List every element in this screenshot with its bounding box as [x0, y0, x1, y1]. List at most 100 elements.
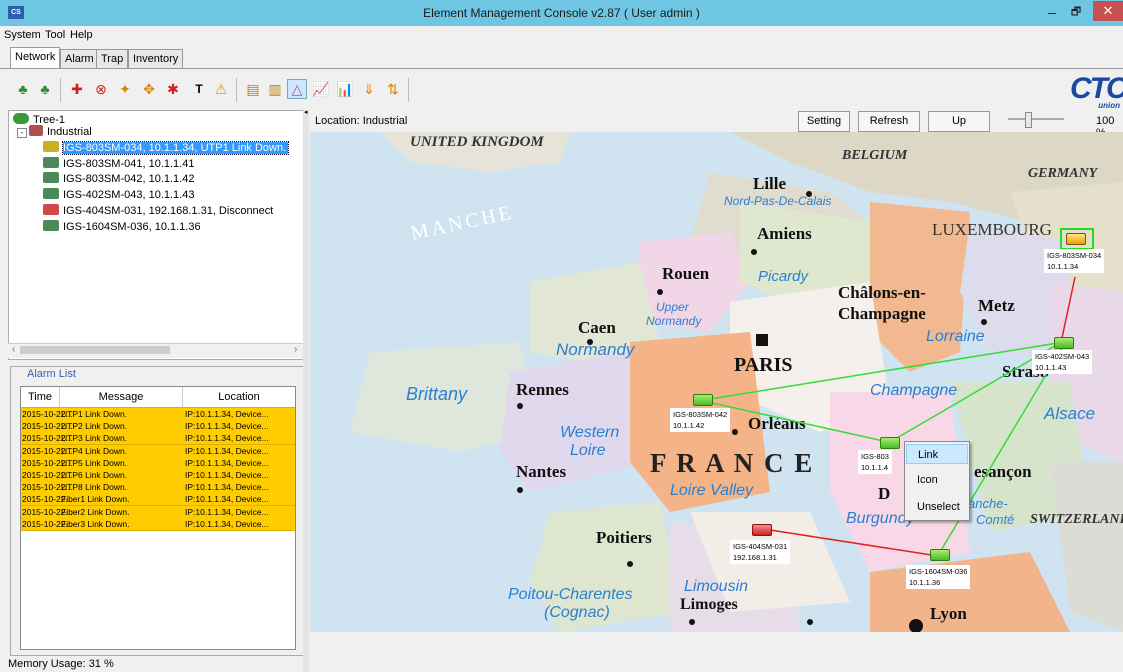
device-tree[interactable]: Tree-1 - Industrial IGS-803SM-034, 10.1.1… [8, 110, 306, 360]
close-button[interactable]: ✕ [1093, 1, 1123, 21]
city-orleans: Orléans [748, 414, 806, 433]
alarm-row[interactable]: 2015-10-22... UTP6 Link Down. IP:10.1.1.34… [21, 469, 295, 482]
scroll-left-icon[interactable]: ‹ [12, 344, 15, 355]
maximize-button[interactable]: 🗗 [1066, 4, 1086, 20]
alarm-message: Fiber1 Link Down. [61, 494, 130, 505]
device-icon-042[interactable] [693, 394, 713, 406]
main-tabs: Network Alarm Trap Inventory [0, 47, 1123, 69]
device-icon-041[interactable] [880, 437, 900, 449]
device-delete-icon[interactable]: ⊗ [92, 80, 110, 98]
alarm-row[interactable]: 2015-10-22... Fiber3 Link Down. IP:10.1.1.… [21, 517, 295, 531]
city-nantes: Nantes [516, 462, 567, 481]
column-header-time[interactable]: Time [21, 387, 60, 408]
alarm-location: IP:10.1.1.34, Device... [185, 494, 269, 505]
device-move-icon[interactable]: ✥ [140, 80, 158, 98]
topology-map[interactable]: UNITED KINGDOM BELGIUM GERMANY LUXEMBOUR… [310, 132, 1123, 632]
region-brittany: Brittany [406, 384, 468, 404]
device-icon-031[interactable] [752, 524, 772, 536]
download-icon[interactable]: ⇓ [360, 80, 378, 98]
column-header-message[interactable]: Message [60, 387, 183, 408]
window-cascade-icon[interactable]: ▥ [266, 80, 284, 98]
tree-add-icon[interactable]: ♣ [14, 80, 32, 98]
alarm-message: UTP1 Link Down. [61, 409, 128, 419]
zoom-slider-track[interactable] [1008, 118, 1064, 120]
device-icon-034[interactable] [1066, 233, 1086, 245]
map-label-uk: UNITED KINGDOM [410, 134, 544, 150]
alarm-row[interactable]: 2015-10-22... UTP3 Link Down. IP:10.1.1.34… [21, 432, 295, 446]
switch-disconnect-icon [43, 204, 59, 215]
tab-inventory[interactable]: Inventory [128, 49, 184, 68]
alarm-row[interactable]: 2015-10-22... Fiber2 Link Down. IP:10.1.1.… [21, 505, 295, 519]
alarm-row[interactable]: 2015-10-22... Fiber1 Link Down. IP:10.1.1.… [21, 493, 295, 507]
tree-item[interactable]: IGS-803SM-042, 10.1.1.42 [43, 172, 194, 186]
city-metz: Metz [978, 296, 1015, 315]
chart-bar-icon[interactable]: 📊 [336, 80, 354, 98]
city-amiens: Amiens [757, 224, 812, 243]
alarm-message: UTP8 Link Down. [61, 482, 128, 493]
alarm-row[interactable]: 2015-10-22... UTP4 Link Down. IP:10.1.1.34… [21, 444, 295, 458]
device-name: IGS-803 [861, 452, 889, 461]
tree-item-label: IGS-402SM-043, 10.1.1.43 [63, 189, 195, 201]
device-edit-icon[interactable]: ✦ [116, 80, 134, 98]
menu-help[interactable]: Help [70, 29, 93, 41]
divider-arrow-icon[interactable]: ◂ [304, 108, 308, 116]
region-franche: anche- [968, 496, 1008, 511]
alarm-row[interactable]: 2015-10-22... UTP8 Link Down. IP:10.1.1.34… [21, 481, 295, 495]
tab-network[interactable]: Network [10, 47, 61, 69]
device-add-icon[interactable]: ✚ [68, 80, 86, 98]
city-poitiers: Poitiers [596, 528, 652, 547]
alarm-location: IP:10.1.1.34, Device... [185, 518, 269, 529]
text-icon[interactable]: T [190, 80, 208, 98]
menu-tool[interactable]: Tool [45, 29, 65, 41]
tree-group-label: Industrial [47, 126, 92, 138]
chart-line-icon[interactable]: 📈 [312, 80, 330, 98]
device-label-043: IGS-402SM-043 10.1.1.43 [1032, 350, 1093, 374]
region-limousin: Limousin [684, 578, 749, 595]
context-menu-link[interactable]: Link [906, 444, 968, 464]
city-caen: Caen [578, 318, 616, 337]
alarm-location: IP:10.1.1.34, Device... [185, 445, 269, 456]
context-menu-icon[interactable]: Icon [906, 470, 968, 490]
tree-group-industrial[interactable]: - Industrial [17, 125, 92, 139]
location-bar: Location: Industrial Setting Refresh Up … [310, 110, 1123, 139]
tree-item[interactable]: IGS-803SM-041, 10.1.1.41 [43, 157, 194, 171]
region-poitou: Poitou-Charentes [508, 586, 633, 603]
alarm-table[interactable]: Time Message Location 2015-10-22... UTP1 … [20, 386, 296, 650]
window-icon[interactable]: ▤ [244, 80, 262, 98]
device-icon-043[interactable] [1054, 337, 1074, 349]
menu-system[interactable]: System [4, 29, 41, 41]
alarm-row[interactable]: 2015-10-22... UTP5 Link Down. IP:10.1.1.34… [21, 456, 295, 470]
tab-trap[interactable]: Trap [96, 49, 129, 68]
warning-icon[interactable]: ⚠ [212, 80, 230, 98]
column-header-location[interactable]: Location [183, 387, 295, 408]
tree-item[interactable]: IGS-404SM-031, 192.168.1.31, Disconnect [43, 204, 273, 218]
alarm-location: IP:10.1.1.34, Device... [185, 433, 269, 444]
tree-item[interactable]: IGS-402SM-043, 10.1.1.43 [43, 188, 194, 202]
map-label-luxembourg: LUXEMBOURG [932, 220, 1052, 239]
scroll-right-icon[interactable]: › [294, 344, 297, 355]
device-icon-036[interactable] [930, 549, 950, 561]
tree-item[interactable]: IGS-1604SM-036, 10.1.1.36 [43, 220, 201, 234]
alarm-row[interactable]: 2015-10-22... UTP2 Link Down. IP:10.1.1.34… [21, 420, 295, 434]
alarm-row[interactable]: 2015-10-22... UTP1 Link Down. IP:10.1.1.34… [21, 408, 295, 421]
split-pane-divider[interactable] [303, 110, 309, 672]
switch-icon [43, 172, 59, 183]
device-find-icon[interactable]: ✱ [164, 80, 182, 98]
tab-alarm[interactable]: Alarm [60, 49, 99, 68]
sort-icon[interactable]: ⇅ [384, 80, 402, 98]
minimize-button[interactable]: – [1042, 4, 1062, 20]
tree-scroll-thumb[interactable] [20, 346, 170, 354]
refresh-button[interactable]: Refresh [858, 111, 920, 132]
tree-item[interactable]: IGS-803SM-034, 10.1.1.34, UTP1 Link Down… [43, 141, 290, 155]
zoom-slider-thumb[interactable] [1025, 112, 1032, 128]
city-paris: PARIS [734, 354, 793, 376]
switch-alarm-icon [43, 141, 59, 152]
topology-icon[interactable]: △ [287, 79, 307, 99]
setting-button[interactable]: Setting [798, 111, 850, 132]
up-button[interactable]: Up [928, 111, 990, 132]
collapse-toggle-icon[interactable]: - [17, 128, 27, 138]
region-cognac: (Cognac) [544, 604, 610, 621]
context-menu-unselect[interactable]: Unselect [906, 497, 968, 517]
device-name: IGS-803SM-042 [673, 410, 728, 419]
tree-remove-icon[interactable]: ♣ [36, 80, 54, 98]
